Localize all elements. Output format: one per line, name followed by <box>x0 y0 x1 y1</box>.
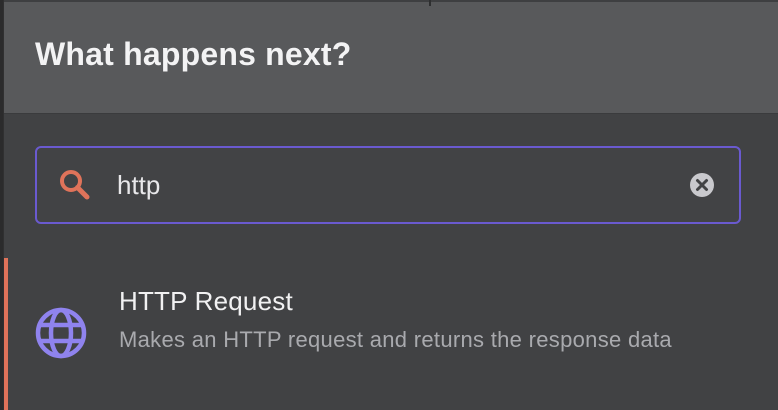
search-icon <box>57 167 93 203</box>
search-box[interactable] <box>35 146 741 224</box>
panel-header: What happens next? <box>4 0 778 114</box>
header-notch <box>429 0 431 6</box>
clear-icon[interactable] <box>687 170 717 200</box>
header-divider <box>4 0 778 2</box>
search-input[interactable] <box>117 169 687 201</box>
globe-icon <box>31 303 91 363</box>
selected-indicator <box>4 258 8 410</box>
node-creator-panel: What happens next? http HTTP Request Mak… <box>3 0 778 410</box>
result-description: Makes an HTTP request and returns the re… <box>119 327 672 352</box>
page-title: What happens next? <box>35 36 352 72</box>
result-title: HTTP Request <box>119 286 293 316</box>
result-item-http-request[interactable]: HTTP Request Makes an HTTP request and r… <box>4 258 778 410</box>
